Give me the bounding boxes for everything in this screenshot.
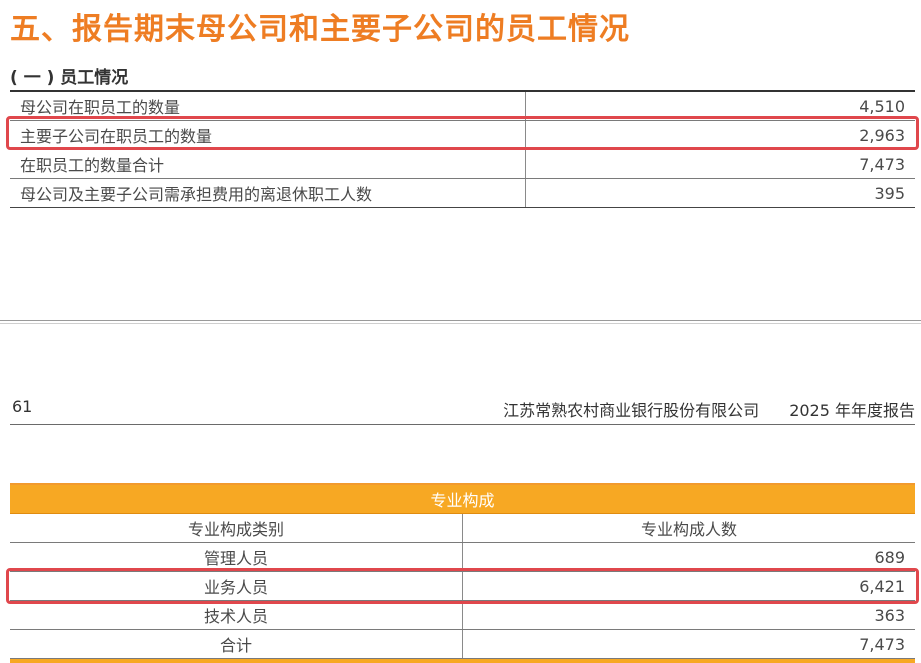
section-title: 五、报告期末母公司和主要子公司的员工情况 — [10, 12, 630, 47]
column-header: 专业构成人数 — [462, 513, 915, 543]
row-label: 在职员工的数量合计 — [10, 149, 526, 179]
page-separator — [0, 320, 921, 324]
highlight-box — [6, 568, 919, 604]
bottom-accent-bar — [10, 659, 915, 663]
report-footer: 江苏常熟农村商业银行股份有限公司 2025 年年度报告 — [503, 397, 915, 421]
table-row: 合计 7,473 — [10, 629, 915, 659]
page-number: 61 — [12, 397, 33, 416]
table-row: 母公司及主要子公司需承担费用的离退休职工人数 395 — [10, 178, 915, 208]
footer-divider — [10, 424, 915, 425]
row-value: 7,473 — [525, 149, 915, 179]
row-label: 母公司及主要子公司需承担费用的离退休职工人数 — [10, 178, 526, 208]
company-name: 江苏常熟农村商业银行股份有限公司 — [503, 401, 760, 420]
table-row: 在职员工的数量合计 7,473 — [10, 149, 915, 179]
row-label: 技术人员 — [10, 600, 463, 630]
table-title-row: 专业构成 — [10, 484, 915, 514]
row-value: 363 — [462, 600, 915, 630]
table-header-row: 专业构成类别 专业构成人数 — [10, 513, 915, 543]
row-label: 合计 — [10, 629, 463, 659]
table-title: 专业构成 — [10, 484, 915, 514]
subsection-title: ( 一 ) 员工情况 — [10, 68, 129, 88]
column-header: 专业构成类别 — [10, 513, 463, 543]
row-value: 395 — [525, 178, 915, 208]
report-name: 2025 年年度报告 — [789, 401, 915, 420]
row-value: 7,473 — [462, 629, 915, 659]
table-row: 技术人员 363 — [10, 600, 915, 630]
highlight-box — [6, 116, 919, 150]
